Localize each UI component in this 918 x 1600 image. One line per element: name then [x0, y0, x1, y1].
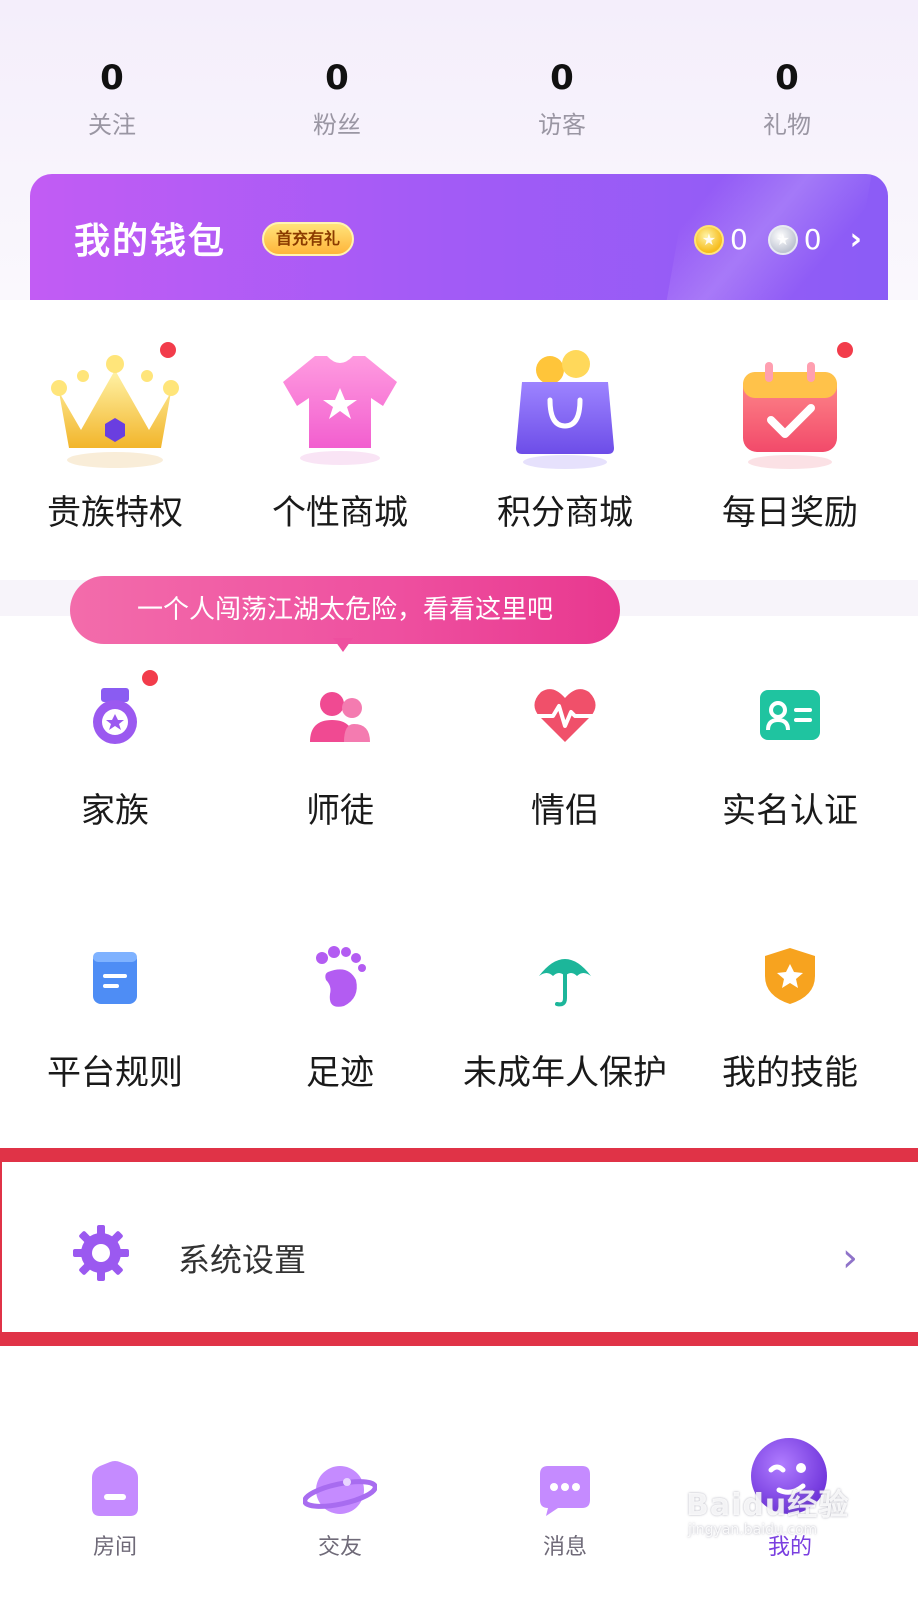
planet-icon [303, 1466, 377, 1514]
stat-fans[interactable]: 0 粉丝 [247, 58, 427, 140]
wallet-title: 我的钱包 [74, 221, 227, 262]
service-label: 情侣 [531, 791, 599, 831]
chevron-right-icon: › [842, 1235, 858, 1281]
service-label: 我的技能 [722, 1053, 858, 1093]
watermark-logo: Baidu经验 [686, 1488, 850, 1523]
service-real-name-auth[interactable]: 实名认证 [675, 660, 905, 860]
chevron-right-icon: › [849, 222, 862, 257]
nav-social[interactable]: 交友 [225, 1446, 455, 1600]
nav-label: 我的 [767, 1535, 812, 1560]
shield-star-icon [765, 948, 815, 1004]
service-footprint[interactable]: 足迹 [225, 916, 455, 1116]
feature-daily-reward[interactable]: 每日奖励 [675, 300, 905, 580]
system-settings-row[interactable]: 系统设置 › [0, 1148, 918, 1346]
stat-label: 粉丝 [313, 111, 361, 139]
document-icon [93, 952, 137, 1004]
shopping-bag-icon [516, 350, 614, 469]
people-icon [310, 692, 370, 742]
service-minor-protection[interactable]: 未成年人保护 [450, 916, 680, 1116]
service-platform-rules[interactable]: 平台规则 [0, 916, 230, 1116]
notification-dot [158, 340, 178, 360]
stats-row: 0 关注 0 粉丝 0 访客 0 礼物 [0, 58, 918, 158]
gold-coin-icon [693, 225, 724, 255]
nav-label: 消息 [542, 1535, 587, 1560]
stat-gifts[interactable]: 0 礼物 [697, 58, 877, 140]
wallet-banner[interactable]: 我的钱包 首充有礼 0 0 › [30, 174, 888, 300]
umbrella-icon [539, 959, 591, 1007]
footprint-icon [316, 946, 366, 1007]
service-label: 实名认证 [722, 791, 858, 831]
chat-icon [540, 1466, 590, 1516]
stat-visitors[interactable]: 0 访客 [472, 58, 652, 140]
feature-grid: 贵族特权 个性商城 积分商城 每日奖励 [0, 300, 918, 580]
wallet-balance: 0 0 › [693, 220, 862, 260]
service-label: 家族 [81, 791, 149, 831]
settings-label: 系统设置 [178, 1241, 307, 1279]
stat-label: 关注 [88, 111, 136, 139]
notification-dot [140, 668, 160, 688]
feature-noble-privilege[interactable]: 贵族特权 [0, 300, 230, 580]
stat-label: 礼物 [763, 111, 811, 139]
silver-coin-count: 0 [803, 223, 822, 256]
feature-label: 每日奖励 [722, 493, 858, 533]
feature-label: 个性商城 [272, 493, 408, 533]
gear-icon [73, 1225, 129, 1281]
service-label: 平台规则 [47, 1053, 183, 1093]
stat-label: 访客 [538, 111, 586, 139]
room-icon [92, 1461, 138, 1516]
service-mentorship[interactable]: 师徒 [225, 660, 455, 860]
stat-value: 0 [100, 58, 124, 98]
nav-label: 房间 [92, 1535, 137, 1560]
heartbeat-icon [534, 689, 596, 742]
watermark-url: jingyan.baidu.com [688, 1522, 818, 1538]
feature-points-store[interactable]: 积分商城 [450, 300, 680, 580]
first-recharge-badge: 首充有礼 [262, 222, 355, 256]
id-card-icon [760, 690, 820, 740]
notification-dot [835, 340, 855, 360]
service-family[interactable]: 家族 [0, 660, 230, 860]
stat-following[interactable]: 0 关注 [22, 58, 202, 140]
stat-value: 0 [325, 58, 349, 98]
nav-label: 交友 [317, 1535, 362, 1560]
tshirt-icon [283, 356, 397, 465]
service-label: 未成年人保护 [463, 1053, 667, 1093]
family-medal-icon [93, 688, 137, 744]
service-couple[interactable]: 情侣 [450, 660, 680, 860]
service-grid: 家族 师徒 情侣 实名认证 平台规则 足迹 未成年人保护 我的技能 [0, 616, 918, 1146]
stat-value: 0 [775, 58, 799, 98]
service-label: 师徒 [306, 791, 374, 831]
feature-label: 贵族特权 [47, 493, 183, 533]
nav-messages[interactable]: 消息 [450, 1446, 680, 1600]
gold-coin-count: 0 [729, 223, 748, 256]
service-my-skills[interactable]: 我的技能 [675, 916, 905, 1116]
calendar-check-icon [743, 362, 837, 469]
stat-value: 0 [550, 58, 574, 98]
nav-room[interactable]: 房间 [0, 1446, 230, 1600]
silver-coin-icon [767, 225, 798, 255]
tooltip-pointer [333, 638, 353, 652]
feature-personal-store[interactable]: 个性商城 [225, 300, 455, 580]
guide-tooltip[interactable]: 一个人闯荡江湖太危险，看看这里吧 [70, 576, 620, 644]
feature-label: 积分商城 [497, 493, 633, 533]
service-label: 足迹 [306, 1053, 374, 1093]
